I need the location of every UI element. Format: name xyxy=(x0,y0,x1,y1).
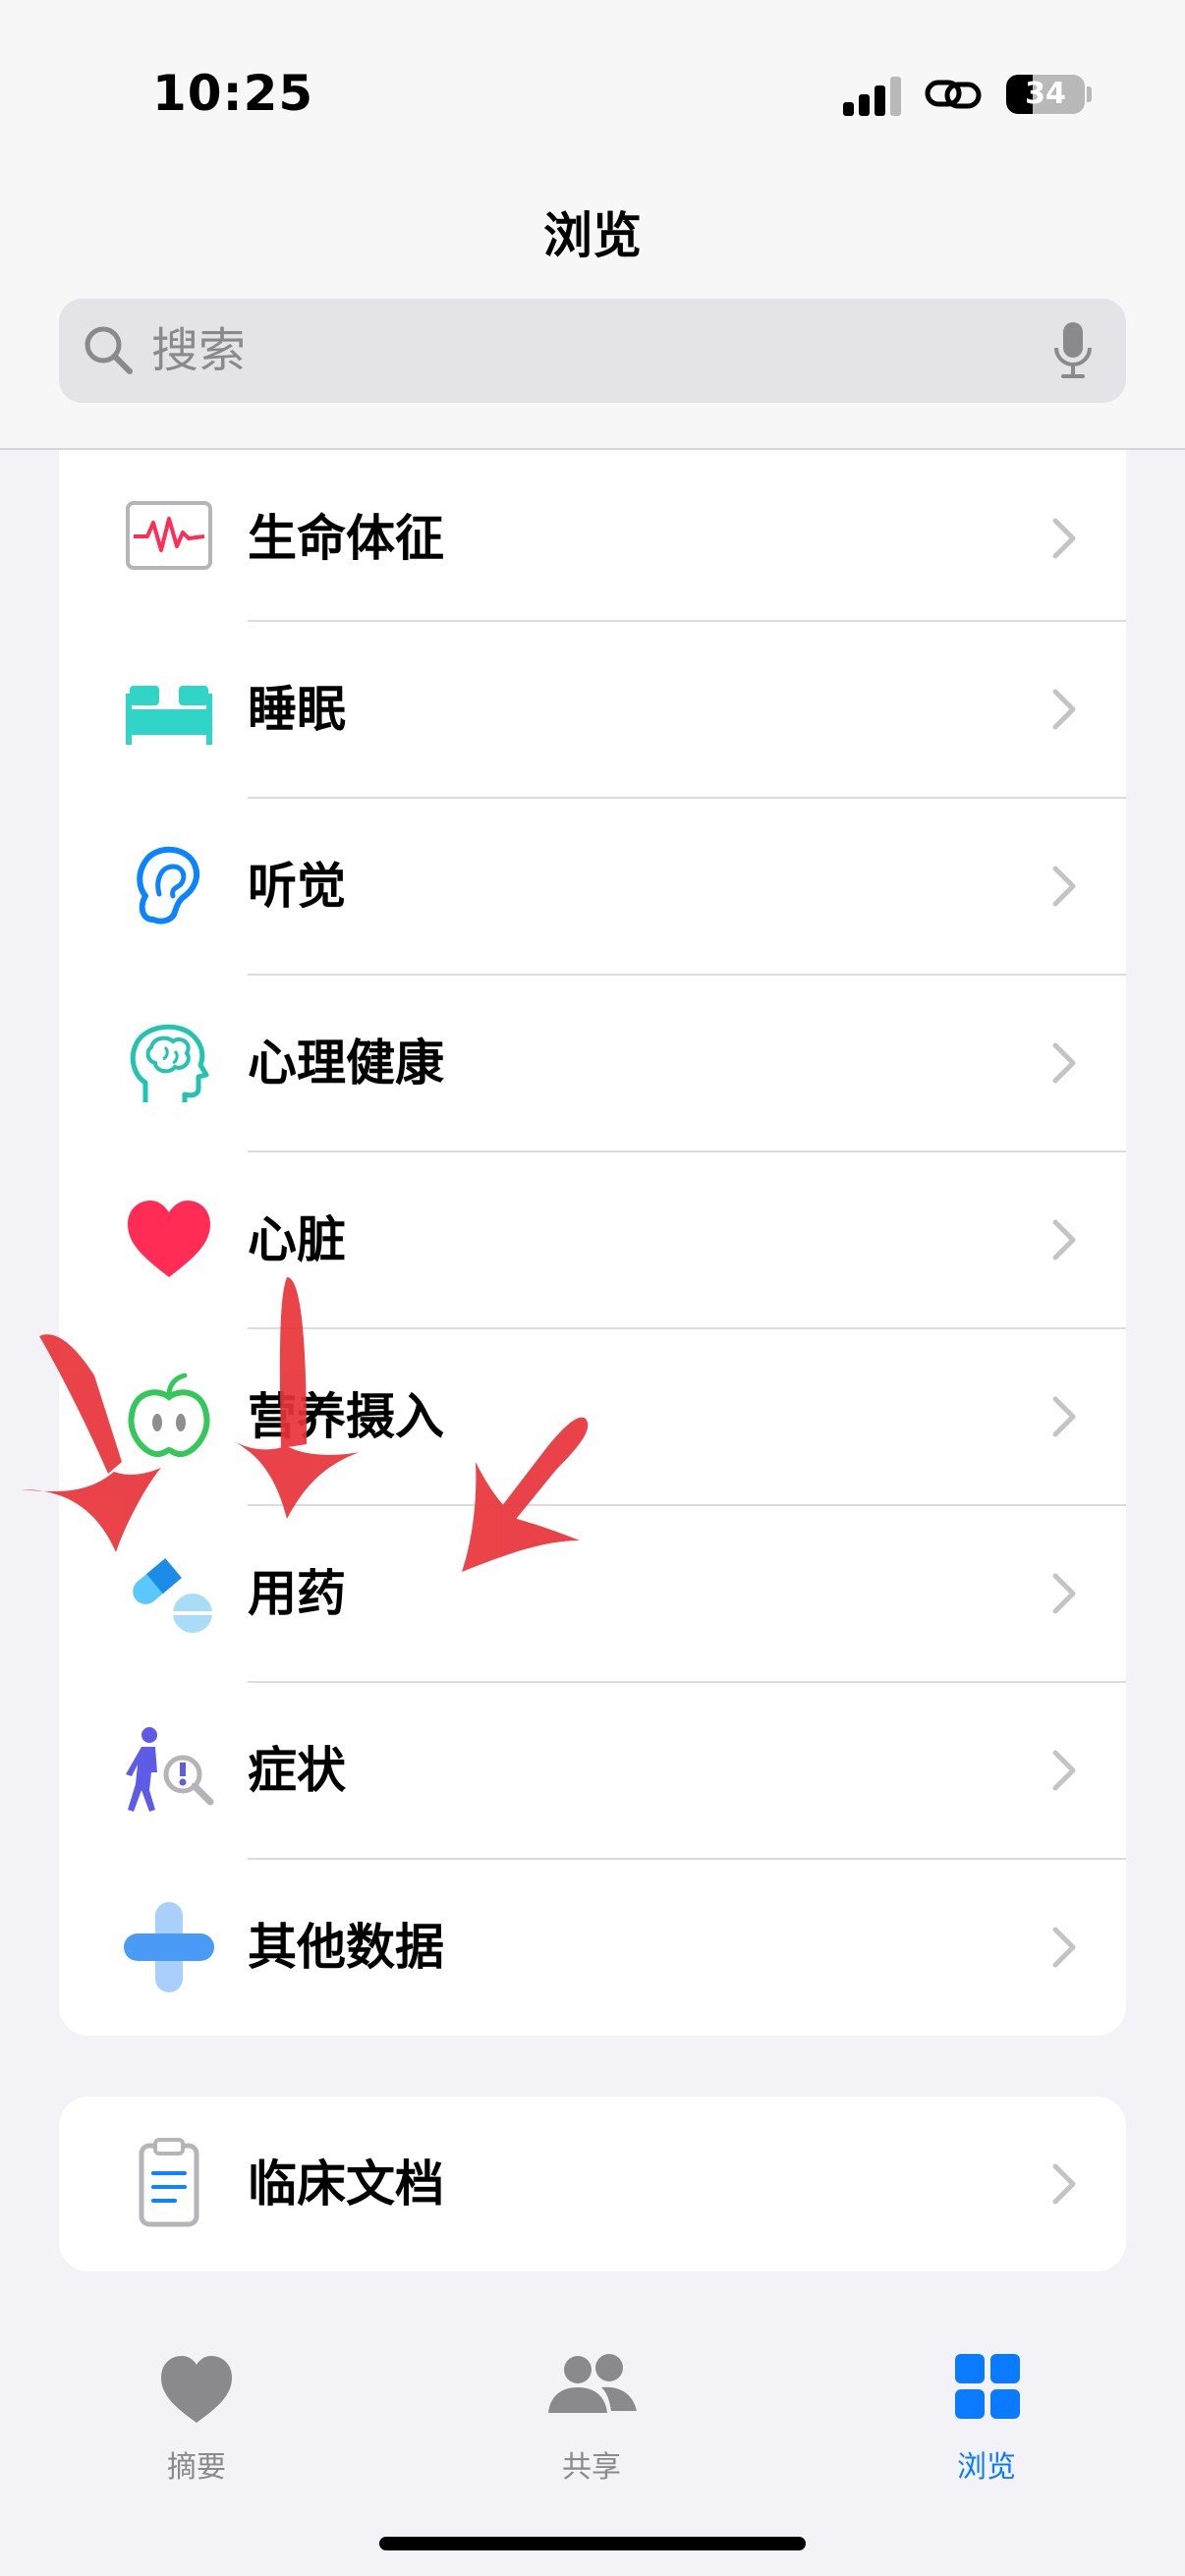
tab-label: 浏览 xyxy=(957,2450,1016,2485)
search-placeholder: 搜索 xyxy=(151,323,247,378)
microphone-icon[interactable] xyxy=(1051,320,1095,381)
battery-icon: 34 xyxy=(1006,75,1085,114)
category-row-hearing[interactable]: 听觉 xyxy=(59,798,1126,975)
person-magnifier-icon xyxy=(126,1727,214,1812)
page-title: 浏览 xyxy=(543,207,642,264)
battery-tip xyxy=(1087,86,1092,102)
apple-icon xyxy=(128,1372,210,1458)
category-label: 其他数据 xyxy=(248,1919,444,1976)
bed-icon xyxy=(126,686,212,745)
tab-label: 共享 xyxy=(562,2450,621,2485)
category-label: 睡眠 xyxy=(248,681,346,738)
status-time: 10:25 xyxy=(152,65,314,122)
chevron-right-icon xyxy=(1052,1750,1076,1791)
tab-label: 摘要 xyxy=(167,2450,226,2485)
chevron-right-icon xyxy=(1052,1927,1076,1968)
ear-icon xyxy=(137,846,200,924)
category-label: 症状 xyxy=(248,1742,346,1799)
search-field[interactable]: 搜索 xyxy=(59,299,1126,403)
chevron-right-icon xyxy=(1052,1396,1076,1437)
grid-tab-icon xyxy=(955,2354,1020,2419)
chevron-right-icon xyxy=(1052,518,1076,559)
tab-sharing[interactable]: 共享 xyxy=(493,2348,690,2486)
chevron-right-icon xyxy=(1052,2163,1076,2205)
link-icon xyxy=(925,80,982,109)
battery-level: 34 xyxy=(1025,77,1066,111)
category-row-vitals[interactable]: 生命体征 xyxy=(59,450,1126,627)
clinical-documents-card: 临床文档 xyxy=(59,2097,1126,2271)
category-label: 临床文档 xyxy=(248,2156,444,2212)
category-row-heart[interactable]: 心脏 xyxy=(59,1151,1126,1328)
pills-icon xyxy=(133,1558,212,1633)
heart-icon xyxy=(128,1201,210,1277)
chevron-right-icon xyxy=(1052,1573,1076,1614)
chevron-right-icon xyxy=(1052,689,1076,730)
tab-browse[interactable]: 浏览 xyxy=(888,2348,1085,2486)
category-label: 心脏 xyxy=(248,1211,346,1268)
category-label: 心理健康 xyxy=(248,1035,444,1092)
category-row-symptoms[interactable]: 症状 xyxy=(59,1682,1126,1859)
header: 10:25 34 浏览 搜索 xyxy=(0,0,1185,450)
category-row-medications[interactable]: 用药 xyxy=(59,1505,1126,1682)
people-tab-icon xyxy=(548,2354,637,2413)
category-label: 听觉 xyxy=(248,858,346,915)
chevron-right-icon xyxy=(1052,1042,1076,1084)
plus-icon xyxy=(124,1902,214,1992)
heart-tab-icon xyxy=(161,2356,232,2423)
category-row-sleep[interactable]: 睡眠 xyxy=(59,621,1126,798)
category-row-mental-health[interactable]: 心理健康 xyxy=(59,975,1126,1151)
cellular-signal-icon xyxy=(843,75,902,116)
mind-head-icon xyxy=(130,1024,209,1102)
chevron-right-icon xyxy=(1052,866,1076,907)
vital-signs-icon xyxy=(126,501,212,570)
tab-summary[interactable]: 摘要 xyxy=(98,2348,295,2486)
chevron-right-icon xyxy=(1052,1219,1076,1260)
home-indicator[interactable] xyxy=(379,2537,806,2550)
category-row-clinical-documents[interactable]: 临床文档 xyxy=(59,2097,1126,2271)
category-row-other-data[interactable]: 其他数据 xyxy=(59,1859,1126,2036)
magnifier-icon xyxy=(85,326,133,374)
clipboard-icon xyxy=(139,2138,199,2227)
category-label: 用药 xyxy=(248,1565,346,1622)
category-label: 生命体征 xyxy=(248,510,444,567)
category-label: 营养摄入 xyxy=(248,1388,444,1445)
category-list: 生命体征 睡眠 听觉 心理健康 心脏 营养摄入 用药 症状 其他数据 xyxy=(59,450,1126,2036)
category-row-nutrition[interactable]: 营养摄入 xyxy=(59,1328,1126,1505)
